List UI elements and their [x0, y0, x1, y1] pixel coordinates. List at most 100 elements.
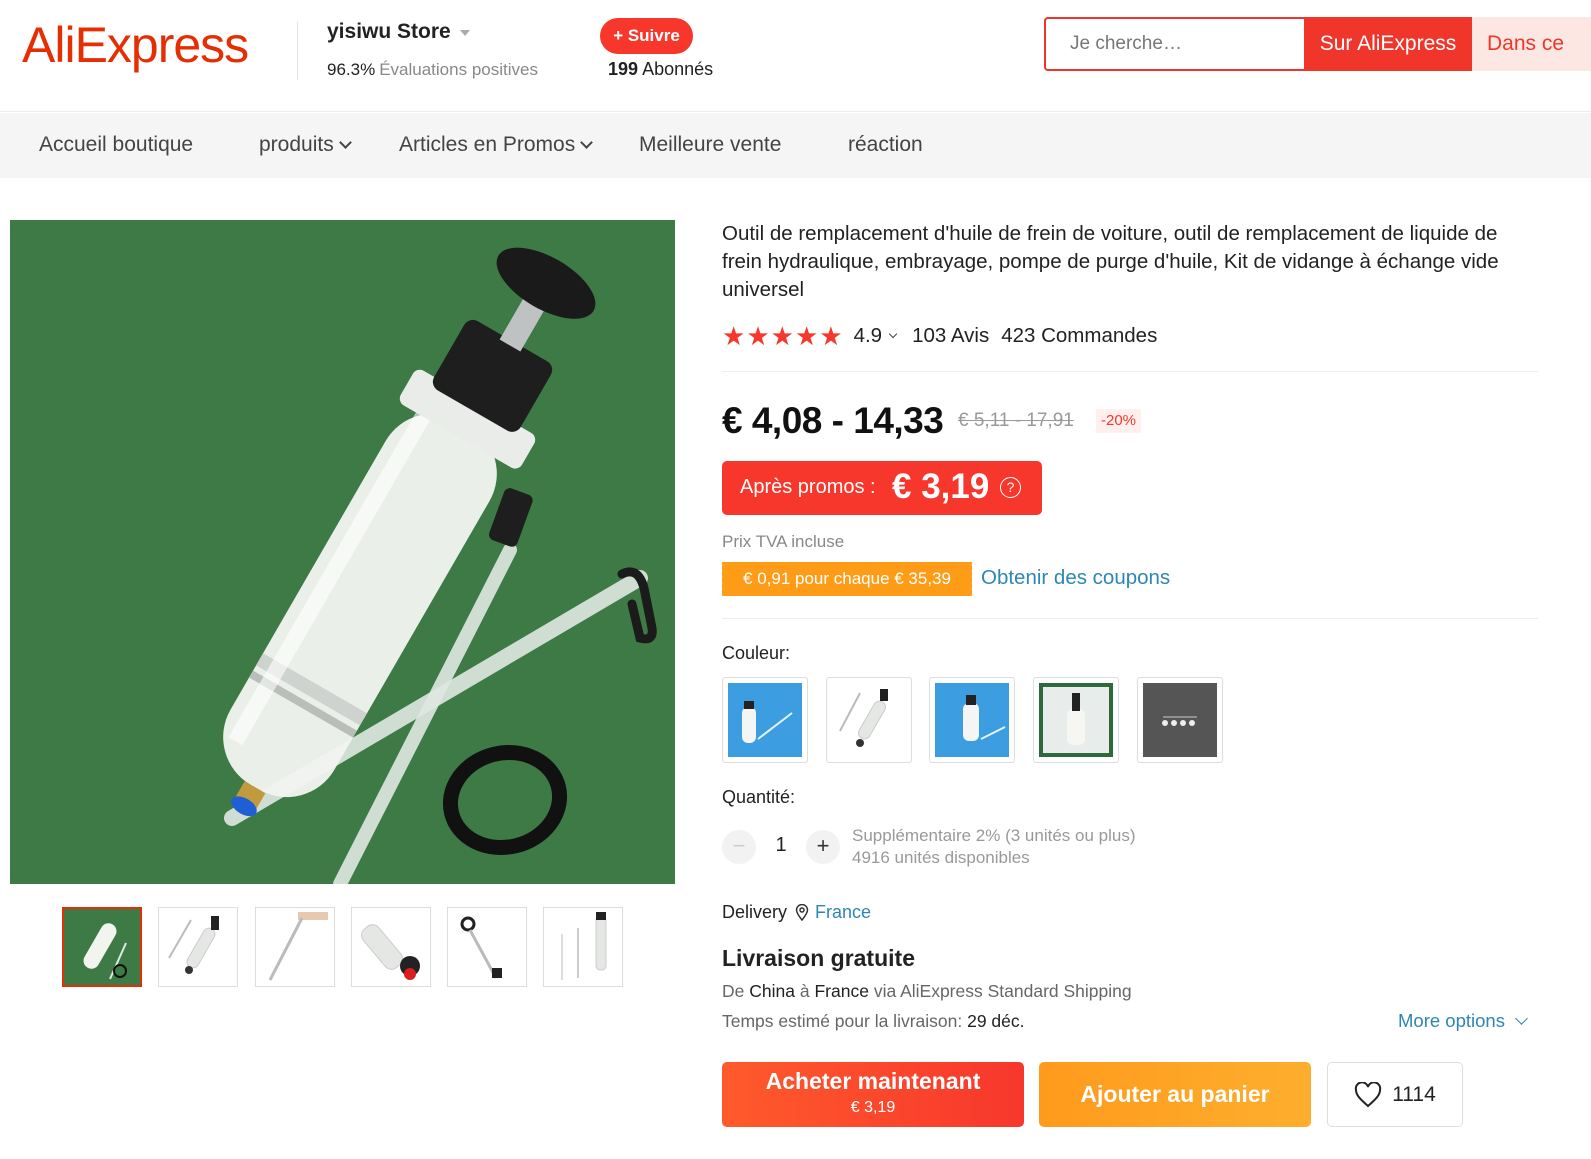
aliexpress-logo[interactable]: AliExpress: [22, 16, 249, 74]
color-option-5[interactable]: [1137, 677, 1223, 763]
color-label: Couleur:: [722, 643, 791, 663]
route-destination: France: [814, 981, 869, 1001]
thumbnail-image: [159, 908, 237, 986]
thumbnail-1[interactable]: [62, 907, 142, 987]
orders-count: 423 Commandes: [1001, 324, 1158, 347]
chevron-down-icon[interactable]: [888, 329, 898, 339]
color-option-4[interactable]: [1033, 677, 1119, 763]
nav-store-home[interactable]: Accueil boutique: [39, 133, 193, 157]
price-range: € 4,08 - 14,33: [722, 400, 944, 441]
color-option-2[interactable]: [826, 677, 912, 763]
color-swatch: [728, 683, 802, 757]
search-store-button[interactable]: Dans ce: [1472, 17, 1591, 71]
color-swatch-image: [728, 683, 802, 757]
rating-value[interactable]: 4.9: [854, 324, 883, 348]
nav-promos[interactable]: Articles en Promos: [399, 133, 594, 157]
help-icon[interactable]: ?: [1000, 477, 1021, 498]
route-carrier: via AliExpress Standard Shipping: [873, 981, 1132, 1001]
store-name[interactable]: yisiwu Store: [327, 20, 451, 44]
nav-best-sellers-label: Meilleure vente: [639, 133, 782, 156]
product-photo: [10, 220, 675, 884]
more-options-link[interactable]: More options: [1398, 1010, 1528, 1032]
star-icon: ★: [794, 321, 819, 351]
caret-down-icon[interactable]: [460, 30, 470, 36]
nav-best-sellers[interactable]: Meilleure vente: [639, 133, 781, 157]
product-title: Outil de remplacement d'huile de frein d…: [722, 222, 1499, 301]
star-icon: ★: [819, 321, 843, 351]
store-header: AliExpress yisiwu Store 96.3% Évaluations…: [0, 0, 1591, 112]
delivery-country-link[interactable]: France: [815, 902, 871, 923]
quantity-extra-discount: Supplémentaire 2% (3 unités ou plus): [852, 826, 1136, 845]
route-to-prefix: à: [799, 981, 810, 1001]
quantity-increase-button[interactable]: +: [806, 830, 840, 864]
color-swatch: [832, 683, 906, 757]
nav-store-home-label: Accueil boutique: [39, 133, 194, 156]
header-divider: [297, 22, 298, 80]
wishlist-button[interactable]: 1114: [1327, 1062, 1463, 1127]
color-swatch-image: [1143, 683, 1217, 757]
nav-feedback-label: réaction: [848, 133, 923, 156]
followers-number: 199: [608, 59, 639, 79]
nav-feedback[interactable]: réaction: [848, 133, 923, 157]
star-icon: ★: [746, 321, 770, 351]
reviews-link[interactable]: 103 Avis: [912, 324, 989, 348]
promo-label: Après promos :: [740, 476, 876, 498]
discount-badge: -20%: [1096, 409, 1142, 433]
color-swatch: [1039, 683, 1113, 757]
thumbnail-image: [448, 908, 526, 986]
promo-price: € 3,19: [892, 467, 990, 506]
positive-rating-label: Évaluations positives: [379, 60, 538, 79]
follow-button[interactable]: + Suivre: [600, 18, 693, 54]
star-icon: ★: [770, 321, 794, 351]
thumbnail-5[interactable]: [447, 907, 527, 987]
thumbnail-4[interactable]: [351, 907, 431, 987]
shipping-title: Livraison gratuite: [722, 945, 915, 971]
rating-row: ★ ★ ★ ★ ★ 4.9 103 Avis 423 Commandes: [722, 322, 1157, 350]
store-nav: Accueil boutique produits Articles en Pr…: [0, 113, 1591, 178]
quantity-decrease-button[interactable]: −: [722, 830, 756, 864]
divider: [722, 618, 1538, 619]
quantity-value[interactable]: 1: [770, 834, 792, 857]
chevron-down-icon: [1515, 1012, 1528, 1025]
positive-rating-value: 96.3%: [327, 60, 376, 79]
followers-count: 199 Abonnés: [608, 59, 713, 80]
coupon-badge[interactable]: € 0,91 pour chaque € 35,39: [720, 562, 972, 596]
color-swatch-image: [832, 683, 906, 757]
color-swatch-image: [1039, 683, 1113, 757]
promo-price-box: Après promos : € 3,19 ?: [722, 461, 1042, 515]
search-aliexpress-button[interactable]: Sur AliExpress: [1304, 17, 1472, 71]
location-pin-icon: [795, 904, 809, 921]
thumbnail-image: [256, 908, 334, 986]
buy-now-button[interactable]: Acheter maintenant € 3,19: [722, 1062, 1024, 1127]
color-swatch: [1143, 683, 1217, 757]
thumbnail-image: [64, 909, 140, 985]
search-input[interactable]: [1046, 19, 1306, 69]
color-swatch: [935, 683, 1009, 757]
chevron-down-icon: [580, 136, 594, 149]
thumbnail-6[interactable]: [543, 907, 623, 987]
thumbnail-2[interactable]: [158, 907, 238, 987]
shipping-time-value: 29 déc.: [967, 1011, 1025, 1031]
color-option-1[interactable]: [722, 677, 808, 763]
thumbnail-image: [544, 908, 622, 986]
route-origin: China: [749, 981, 795, 1001]
divider: [722, 371, 1538, 372]
add-to-cart-button[interactable]: Ajouter au panier: [1039, 1062, 1311, 1127]
get-coupons-link[interactable]: Obtenir des coupons: [981, 566, 1170, 590]
thumbnail-image: [352, 908, 430, 986]
color-option-3[interactable]: [929, 677, 1015, 763]
product-main-image[interactable]: [10, 220, 675, 884]
delivery-label: Delivery: [722, 902, 788, 922]
wishlist-count: 1114: [1392, 1082, 1436, 1106]
thumbnail-3[interactable]: [255, 907, 335, 987]
shipping-route: De China à France via AliExpress Standar…: [722, 981, 1132, 1002]
tva-note: Prix TVA incluse: [722, 532, 845, 551]
quantity-info: Supplémentaire 2% (3 unités ou plus) 491…: [852, 825, 1136, 869]
nav-products[interactable]: produits: [259, 133, 352, 157]
store-rating: 96.3% Évaluations positives: [327, 60, 538, 80]
star-rating: ★ ★ ★ ★ ★: [722, 323, 844, 349]
nav-products-label: produits: [259, 133, 334, 156]
color-swatch-image: [935, 683, 1009, 757]
buy-now-label: Acheter maintenant: [765, 1068, 981, 1094]
chevron-down-icon: [338, 136, 352, 149]
